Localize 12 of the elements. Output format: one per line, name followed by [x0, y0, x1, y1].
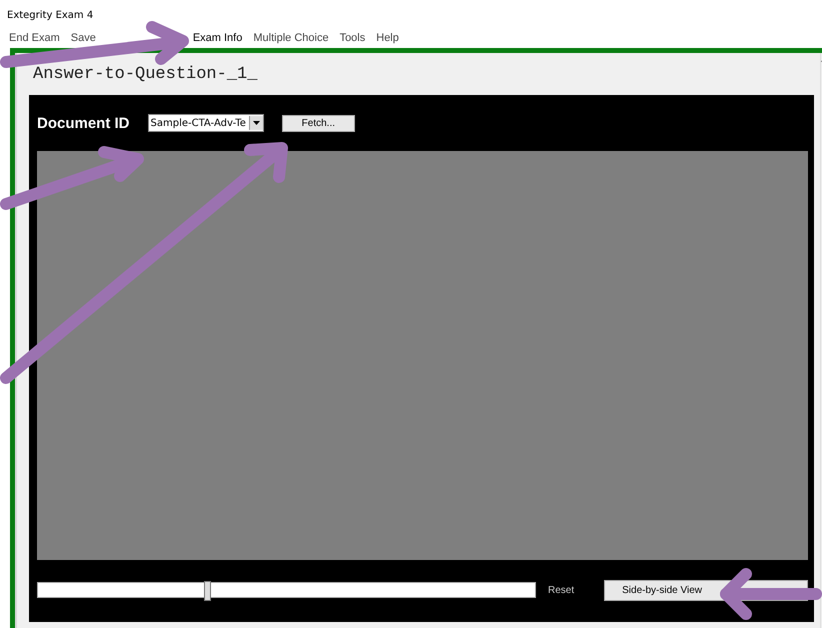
menu-item[interactable]: Help	[376, 32, 399, 44]
document-id-dropdown[interactable]: Sample-CTA-Adv-Te	[148, 114, 264, 132]
menu-item[interactable]: Multiple Choice	[253, 32, 329, 44]
menu-item[interactable]: Tools	[340, 32, 366, 44]
menu-item[interactable]: Save	[70, 32, 96, 44]
window-title: Extegrity Exam 4	[6, 9, 94, 23]
document-heading: Answer-to-Question-_1_	[32, 64, 258, 86]
fetch-button[interactable]: Fetch...	[282, 114, 355, 132]
reset-label[interactable]: Reset	[548, 584, 574, 596]
document-id-label: Document ID	[37, 114, 130, 132]
menu-item[interactable]: Exam Info	[192, 32, 242, 44]
menu-item[interactable]: End Exam	[9, 32, 60, 44]
